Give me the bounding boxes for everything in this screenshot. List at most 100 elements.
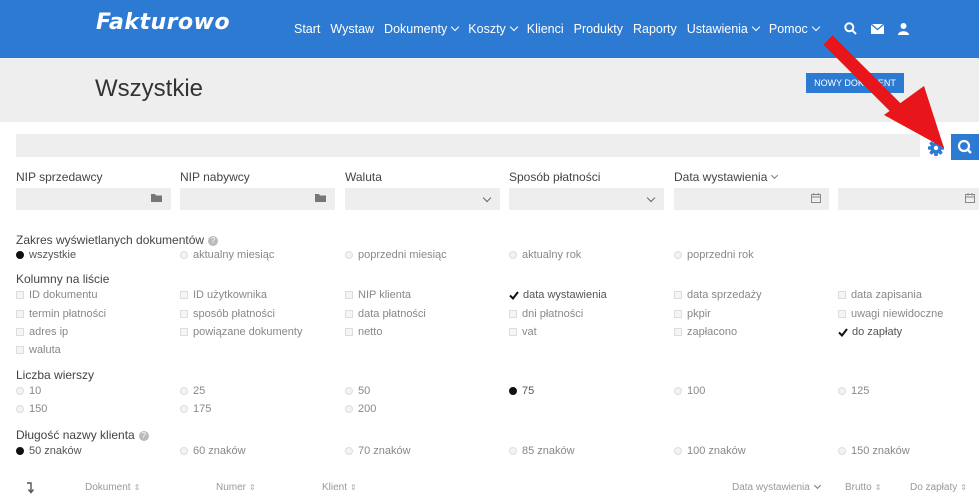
checkbox-nip-klienta[interactable]: NIP klienta xyxy=(345,289,411,301)
nav-raporty[interactable]: Raporty xyxy=(633,22,677,36)
checkbox-pkpir[interactable]: pkpir xyxy=(674,308,711,320)
checkbox-do-zaplaty[interactable]: do zapłaty xyxy=(838,326,902,338)
option-label: powiązane dokumenty xyxy=(193,326,303,338)
radio-zakres-aktualny-rok[interactable]: aktualny rok xyxy=(509,249,581,261)
checkbox-id-dokumentu[interactable]: ID dokumentu xyxy=(16,289,97,301)
column-brutto[interactable]: Brutto ⇕ xyxy=(845,482,881,493)
column-label: Brutto xyxy=(845,482,872,493)
option-label: 200 xyxy=(358,403,377,415)
radio-zakres-poprzedni-rok[interactable]: poprzedni rok xyxy=(674,249,754,261)
nav-produkty[interactable]: Produkty xyxy=(574,22,623,36)
nav-icons xyxy=(844,22,923,35)
date-to-field[interactable] xyxy=(838,188,979,210)
radio-unselected xyxy=(180,387,188,395)
column-dokument[interactable]: Dokument ⇕ xyxy=(85,482,140,493)
folder-icon[interactable] xyxy=(315,193,327,203)
nip-sprzedawcy-field[interactable] xyxy=(16,188,171,210)
user-icon[interactable] xyxy=(898,22,909,35)
radio-rows-100[interactable]: 100 xyxy=(674,385,705,397)
column-klient[interactable]: Klient ⇕ xyxy=(322,482,357,493)
radio-rows-200[interactable]: 200 xyxy=(345,403,376,415)
checkmark-icon xyxy=(838,327,848,337)
option-label: waluta xyxy=(29,344,61,356)
checkbox-waluta[interactable]: waluta xyxy=(16,344,61,356)
radio-name-50[interactable]: 50 znaków xyxy=(16,445,82,457)
nav-koszty-label: Koszty xyxy=(468,22,506,36)
folder-icon[interactable] xyxy=(151,193,163,203)
radio-rows-125[interactable]: 125 xyxy=(838,385,869,397)
envelope-icon[interactable] xyxy=(871,23,884,34)
column-numer[interactable]: Numer ⇕ xyxy=(216,482,256,493)
nav-klienci[interactable]: Klienci xyxy=(527,22,564,36)
radio-rows-25[interactable]: 25 xyxy=(180,385,205,397)
liczba-wierszy-title: Liczba wierszy xyxy=(16,368,95,382)
chevron-down-icon xyxy=(751,22,761,32)
option-label: ID dokumentu xyxy=(29,289,98,301)
checkbox-termin-platnosci[interactable]: termin płatności xyxy=(16,308,106,320)
column-do-zaplaty[interactable]: Do zapłaty ⇕ xyxy=(910,482,967,493)
radio-unselected xyxy=(180,251,188,259)
checkbox-netto[interactable]: netto xyxy=(345,326,382,338)
radio-name-60[interactable]: 60 znaków xyxy=(180,445,246,457)
settings-button[interactable] xyxy=(923,134,949,160)
checkbox-data-sprzedazy[interactable]: data sprzedaży xyxy=(674,289,762,301)
checkbox-data-platnosci[interactable]: data płatności xyxy=(345,308,426,320)
radio-unselected xyxy=(180,405,188,413)
nav-start[interactable]: Start xyxy=(294,22,320,36)
search-icon[interactable] xyxy=(844,22,857,35)
search-icon xyxy=(957,139,972,154)
radio-rows-75[interactable]: 75 xyxy=(509,385,534,397)
checkbox-data-wystawienia[interactable]: data wystawienia xyxy=(509,289,607,301)
nav-pomoc[interactable]: Pomoc xyxy=(768,22,821,36)
help-icon[interactable]: ? xyxy=(138,430,149,441)
checkbox-vat[interactable]: vat xyxy=(509,326,537,338)
nav-ustawienia[interactable]: Ustawienia xyxy=(687,22,761,36)
radio-name-70[interactable]: 70 znaków xyxy=(345,445,411,457)
checkbox-zaplacono[interactable]: zapłacono xyxy=(674,326,737,338)
nav-wystaw[interactable]: Wystaw xyxy=(330,22,374,36)
checkbox-dni-platnosci[interactable]: dni płatności xyxy=(509,308,583,320)
nav-koszty[interactable]: Koszty xyxy=(468,22,519,36)
radio-rows-10[interactable]: 10 xyxy=(16,385,41,397)
radio-rows-50[interactable]: 50 xyxy=(345,385,370,397)
radio-name-100[interactable]: 100 znaków xyxy=(674,445,746,457)
checkbox-unchecked xyxy=(16,328,24,336)
nav-pomoc-label: Pomoc xyxy=(768,22,808,36)
radio-zakres-aktualny-miesiac[interactable]: aktualny miesiąc xyxy=(180,249,274,261)
checkbox-uwagi-niewidoczne[interactable]: uwagi niewidoczne xyxy=(838,308,943,320)
date-from-field[interactable] xyxy=(674,188,829,210)
calendar-icon[interactable] xyxy=(965,193,975,203)
option-label: poprzedni miesiąc xyxy=(358,249,447,261)
option-label: adres ip xyxy=(29,326,69,338)
column-data-wystawienia[interactable]: Data wystawienia xyxy=(732,481,821,493)
checkbox-sposob-platnosci[interactable]: sposób płatności xyxy=(180,308,275,320)
checkbox-data-zapisania[interactable]: data zapisania xyxy=(838,289,922,301)
calendar-icon[interactable] xyxy=(811,193,821,203)
radio-unselected xyxy=(674,447,682,455)
help-icon[interactable]: ? xyxy=(208,235,219,246)
radio-selected xyxy=(509,387,517,395)
data-wystawienia-filter-label[interactable]: Data wystawienia xyxy=(674,170,779,184)
checkbox-unchecked xyxy=(838,310,846,318)
search-button[interactable] xyxy=(951,134,979,160)
waluta-select[interactable] xyxy=(345,188,500,210)
new-document-button[interactable]: NOWY DOKUMENT xyxy=(806,73,904,93)
radio-rows-150[interactable]: 150 xyxy=(16,403,47,415)
radio-name-85[interactable]: 85 znaków xyxy=(509,445,575,457)
chevron-down-icon xyxy=(509,22,519,32)
search-input[interactable] xyxy=(16,134,920,157)
radio-rows-175[interactable]: 175 xyxy=(180,403,211,415)
sposob-platnosci-select[interactable] xyxy=(509,188,664,210)
zakres-title-text: Zakres wyświetlanych dokumentów xyxy=(16,233,205,247)
option-label: ID użytkownika xyxy=(193,289,267,301)
checkbox-powiazane-dokumenty[interactable]: powiązane dokumenty xyxy=(180,326,302,338)
nip-nabywcy-field[interactable] xyxy=(180,188,335,210)
sort-toggle-icon[interactable] xyxy=(25,482,35,494)
radio-zakres-poprzedni-miesiac[interactable]: poprzedni miesiąc xyxy=(345,249,447,261)
nav-dokumenty[interactable]: Dokumenty xyxy=(384,22,460,36)
radio-zakres-wszystkie[interactable]: wszystkie xyxy=(16,249,76,261)
radio-name-150[interactable]: 150 znaków xyxy=(838,445,910,457)
checkbox-id-uzytkownika[interactable]: ID użytkownika xyxy=(180,289,267,301)
fakturowo-logo[interactable]: Fakturowo xyxy=(96,10,230,35)
checkbox-adres-ip[interactable]: adres ip xyxy=(16,326,68,338)
